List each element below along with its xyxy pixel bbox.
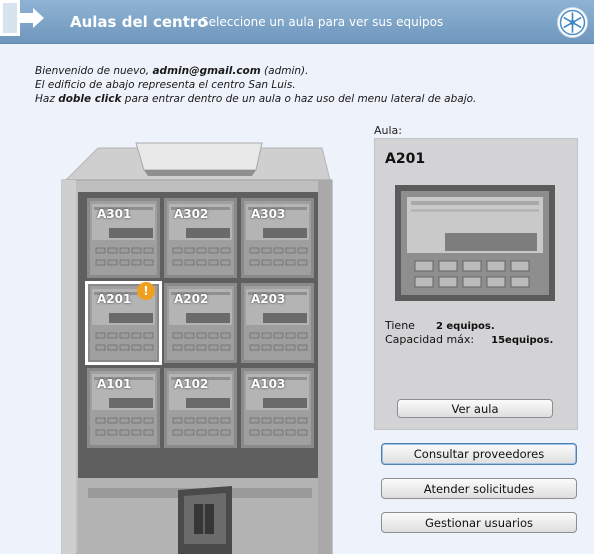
page-subtitle: Seleccione un aula para ver sus equipos: [201, 15, 444, 29]
room-cell-a202[interactable]: A202: [164, 283, 237, 363]
room-label: A201: [97, 292, 132, 306]
gestionar-usuarios-button[interactable]: Gestionar usuarios: [381, 512, 577, 533]
exit-button[interactable]: [0, 0, 48, 44]
room-cell-a302[interactable]: A302: [164, 198, 237, 278]
equipment-count-row: Tiene 2 equipos.: [385, 319, 495, 332]
instruction-suffix: para entrar dentro de un aula o haz uso …: [121, 93, 477, 105]
room-label: A102: [174, 377, 209, 391]
consultar-proveedores-button[interactable]: Consultar proveedores: [381, 443, 577, 465]
capacity-row: Capacidad máx: 15equipos.: [385, 333, 553, 346]
room-label: A103: [251, 377, 286, 391]
welcome-line-3: Haz doble click para entrar dentro de un…: [35, 92, 476, 106]
room-cell-a103[interactable]: A103: [241, 368, 314, 448]
welcome-line-1: Bienvenido de nuevo, admin@gmail.com (ad…: [35, 64, 476, 78]
user-role: (admin).: [260, 65, 309, 77]
room-cell-a101[interactable]: A101: [87, 368, 160, 448]
atender-solicitudes-button[interactable]: Atender solicitudes: [381, 478, 577, 499]
room-label: A202: [174, 292, 209, 306]
room-label: A301: [97, 207, 132, 221]
room-detail-panel: A201 Tiene 2 equipos. Capacidad máx: 15e…: [374, 138, 578, 430]
room-cell-a303[interactable]: A303: [241, 198, 314, 278]
capacity-value: 15equipos.: [491, 335, 554, 346]
user-email: admin@gmail.com: [152, 65, 261, 77]
room-cell-a203[interactable]: A203: [241, 283, 314, 363]
page-title: Aulas del centro: [70, 13, 208, 31]
instruction-prefix: Haz: [35, 93, 59, 105]
welcome-line-2: El edificio de abajo representa el centr…: [35, 79, 296, 91]
welcome-prefix: Bienvenido de nuevo,: [35, 65, 153, 77]
selected-room-name: A201: [385, 151, 426, 167]
header-bar: Aulas del centro Seleccione un aula para…: [0, 0, 594, 44]
capacity-label: Capacidad máx:: [385, 333, 475, 346]
room-label: A303: [251, 207, 286, 221]
room-label: A302: [174, 207, 209, 221]
aula-caption: Aula:: [374, 124, 402, 137]
room-label: A101: [97, 377, 132, 391]
room-cell-a301[interactable]: A301: [87, 198, 160, 278]
equipment-count-value: 2 equipos.: [435, 321, 495, 332]
equipment-count-label: Tiene: [385, 319, 415, 332]
room-preview-image: [395, 185, 555, 301]
ver-aula-button[interactable]: Ver aula: [397, 399, 553, 418]
snowflake-logo-icon: [559, 9, 586, 36]
room-cell-a102[interactable]: A102: [164, 368, 237, 448]
room-label: A203: [251, 292, 286, 306]
exit-door-icon: [0, 0, 44, 36]
app-logo-button[interactable]: [557, 7, 588, 38]
welcome-message: Bienvenido de nuevo, admin@gmail.com (ad…: [35, 64, 476, 106]
room-cell-a201[interactable]: A201!: [85, 281, 162, 365]
instruction-bold: doble click: [58, 93, 122, 105]
alert-icon: !: [137, 282, 155, 300]
